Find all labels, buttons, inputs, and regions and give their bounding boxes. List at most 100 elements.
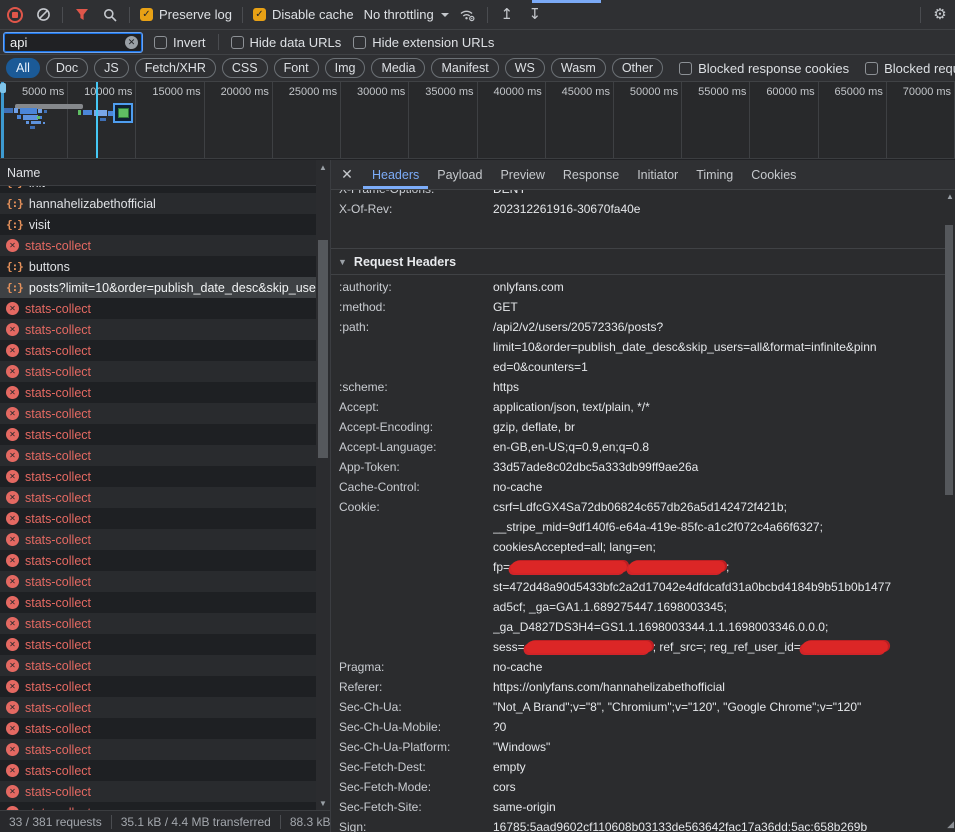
request-row[interactable]: ✕stats-collect <box>0 697 330 718</box>
request-row[interactable]: ✕stats-collect <box>0 403 330 424</box>
error-icon: ✕ <box>6 554 19 567</box>
request-row[interactable]: ✕stats-collect <box>0 613 330 634</box>
request-row[interactable]: ✕stats-collect <box>0 466 330 487</box>
request-row[interactable]: ✕stats-collect <box>0 592 330 613</box>
separator <box>487 7 488 23</box>
request-row[interactable]: {:}init <box>0 186 330 193</box>
filter-toggle-button[interactable] <box>73 6 91 24</box>
tab-preview[interactable]: Preview <box>491 160 553 189</box>
overview-left-handle[interactable] <box>1 82 4 159</box>
request-row[interactable]: ✕stats-collect <box>0 739 330 760</box>
import-har-button[interactable]: ↥ <box>498 6 516 24</box>
tab-headers[interactable]: Headers <box>363 160 428 189</box>
throttling-dropdown[interactable]: No throttling <box>364 7 449 22</box>
chip-wasm[interactable]: Wasm <box>551 58 606 78</box>
request-name: stats-collect <box>25 743 91 757</box>
request-row[interactable]: {:}buttons <box>0 256 330 277</box>
hide-extension-urls-checkbox[interactable]: ✓ Hide extension URLs <box>353 35 494 50</box>
request-row[interactable]: ✕stats-collect <box>0 508 330 529</box>
settings-button[interactable]: ⚙ <box>931 6 949 24</box>
header-value-line: GET <box>493 297 945 317</box>
request-row[interactable]: ✕stats-collect <box>0 655 330 676</box>
request-headers-section[interactable]: ▼ Request Headers <box>331 248 945 275</box>
filter-input[interactable] <box>4 33 142 52</box>
request-row[interactable]: ✕stats-collect <box>0 718 330 739</box>
tab-cookies[interactable]: Cookies <box>742 160 805 189</box>
value-text: /api2/v2/users/20572336/posts? <box>493 320 663 334</box>
clear-filter-icon[interactable]: ✕ <box>125 36 138 49</box>
request-row[interactable]: ✕stats-collect <box>0 802 330 810</box>
export-har-button[interactable]: ↧ <box>526 6 544 24</box>
separator <box>62 7 63 23</box>
tab-payload[interactable]: Payload <box>428 160 491 189</box>
scroll-up-icon[interactable]: ▲ <box>946 190 954 202</box>
request-row[interactable]: ✕stats-collect <box>0 634 330 655</box>
chip-font[interactable]: Font <box>274 58 319 78</box>
scroll-up-icon[interactable]: ▲ <box>319 160 327 174</box>
chip-other[interactable]: Other <box>612 58 663 78</box>
chip-fetch-xhr[interactable]: Fetch/XHR <box>135 58 216 78</box>
request-row[interactable]: ✕stats-collect <box>0 319 330 340</box>
search-button[interactable] <box>101 6 119 24</box>
close-details-button[interactable]: ✕ <box>335 160 359 189</box>
request-row[interactable]: ✕stats-collect <box>0 298 330 319</box>
preserve-log-checkbox[interactable]: ✓ Preserve log <box>140 7 232 22</box>
chip-all[interactable]: All <box>6 58 40 78</box>
tab-initiator[interactable]: Initiator <box>628 160 687 189</box>
header-value-line: 33d57ade8c02dbc5a333db99ff9ae26a <box>493 457 945 477</box>
request-row[interactable]: {:}visit <box>0 214 330 235</box>
disable-cache-checkbox[interactable]: ✓ Disable cache <box>253 7 354 22</box>
request-name: stats-collect <box>25 449 91 463</box>
name-column-header[interactable]: Name <box>0 160 330 186</box>
chip-ws[interactable]: WS <box>505 58 545 78</box>
network-overview[interactable]: 5000 ms10000 ms15000 ms20000 ms25000 ms3… <box>0 82 955 159</box>
clear-button[interactable] <box>34 6 52 24</box>
request-row[interactable]: ✕stats-collect <box>0 424 330 445</box>
request-row[interactable]: ✕stats-collect <box>0 382 330 403</box>
tab-response[interactable]: Response <box>554 160 628 189</box>
request-row[interactable]: ✕stats-collect <box>0 340 330 361</box>
chip-img[interactable]: Img <box>325 58 366 78</box>
request-row[interactable]: {:}hannahelizabethofficial <box>0 193 330 214</box>
error-icon: ✕ <box>6 239 19 252</box>
request-row[interactable]: {:}posts?limit=10&order=publish_date_des… <box>0 277 330 298</box>
network-conditions-button[interactable] <box>459 6 477 24</box>
request-row[interactable]: ✕stats-collect <box>0 529 330 550</box>
details-scrollbar[interactable]: ▲ <box>945 190 955 832</box>
value-text: ; ref_src=; reg_ref_user_id= <box>653 640 801 654</box>
header-value-line: DENY <box>493 190 945 199</box>
request-row[interactable]: ✕stats-collect <box>0 760 330 781</box>
chip-media[interactable]: Media <box>371 58 425 78</box>
header-value: ?0 <box>493 717 945 737</box>
scrollbar-thumb[interactable] <box>945 225 953 495</box>
request-row[interactable]: ✕stats-collect <box>0 550 330 571</box>
chip-css[interactable]: CSS <box>222 58 268 78</box>
header-value-line: cors <box>493 777 945 797</box>
invert-checkbox[interactable]: ✓ Invert <box>154 35 206 50</box>
request-row[interactable]: ✕stats-collect <box>0 571 330 592</box>
preserve-log-label: Preserve log <box>159 7 232 22</box>
scrollbar-thumb[interactable] <box>318 240 328 458</box>
request-row[interactable]: ✕stats-collect <box>0 676 330 697</box>
scroll-down-icon[interactable]: ▼ <box>319 796 327 810</box>
header-name: Accept-Language: <box>331 437 493 457</box>
request-row[interactable]: ✕stats-collect <box>0 781 330 802</box>
record-button[interactable] <box>6 6 24 24</box>
hide-data-urls-checkbox[interactable]: ✓ Hide data URLs <box>231 35 342 50</box>
request-list-scrollbar[interactable]: ▲ ▼ <box>316 160 330 810</box>
request-row[interactable]: ✕stats-collect <box>0 445 330 466</box>
request-row[interactable]: ✕ stats-collect <box>0 235 330 256</box>
chip-manifest[interactable]: Manifest <box>431 58 498 78</box>
timeline-tick-label: 60000 ms <box>766 86 814 98</box>
header-value: empty <box>493 757 945 777</box>
checkbox-blocked-response-cookies[interactable]: ✓Blocked response cookies <box>679 61 849 76</box>
chip-js[interactable]: JS <box>94 58 129 78</box>
chip-doc[interactable]: Doc <box>46 58 88 78</box>
tab-timing[interactable]: Timing <box>687 160 742 189</box>
checkbox-blocked-requests[interactable]: ✓Blocked requests <box>865 61 955 76</box>
request-row[interactable]: ✕stats-collect <box>0 487 330 508</box>
header-value: "Not_A Brand";v="8", "Chromium";v="120",… <box>493 697 945 717</box>
request-row[interactable]: ✕stats-collect <box>0 361 330 382</box>
overview-left-grip[interactable] <box>0 83 6 93</box>
request-name: stats-collect <box>25 239 91 253</box>
